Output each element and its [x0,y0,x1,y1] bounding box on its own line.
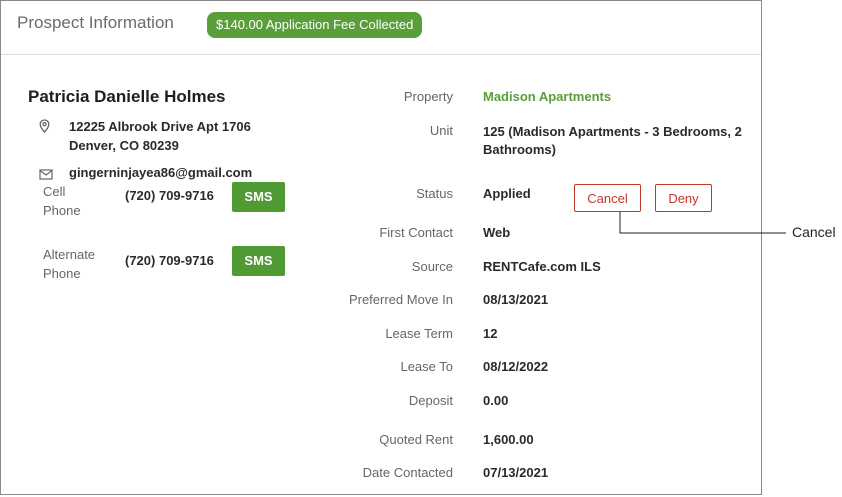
quoted-rent-value: 1,600.00 [483,432,534,447]
status-label: Status [416,186,453,201]
lease-term-value: 12 [483,326,498,341]
first-contact-label: First Contact [379,225,453,240]
callout-label: Cancel [792,224,836,240]
panel-title: Prospect Information [17,13,174,32]
prospect-name: Patricia Danielle Holmes [28,87,226,106]
date-contacted-label: Date Contacted [362,465,453,480]
property-link[interactable]: Madison Apartments [483,89,611,104]
cell-phone-label-line2: Phone [43,203,81,218]
source-value: RENTCafe.com ILS [483,259,601,274]
unit-value-line1: 125 (Madison Apartments - 3 Bedrooms, 2 [483,124,742,139]
unit-value: 125 (Madison Apartments - 3 Bedrooms, 2 … [483,123,742,159]
unit-value-line2: Bathrooms) [483,142,556,157]
cell-phone-number: (720) 709-9716 [125,188,214,203]
unit-label: Unit [429,123,453,138]
move-in-value: 08/13/2021 [483,292,549,307]
status-value: Applied [483,186,531,201]
source-label: Source [411,259,453,274]
deposit-label: Deposit [408,393,453,408]
email-address[interactable]: gingerninjayea86@gmail.com [69,163,252,182]
alternate-phone-label-line2: Phone [43,266,81,281]
first-contact-value: Web [483,225,511,240]
application-fee-badge: $140.00 Application Fee Collected [207,12,423,38]
cell-phone-label-line1: Cell [43,184,66,199]
lease-to-label: Lease To [400,359,453,374]
address-line-1: 12225 Albrook Drive Apt 1706 [69,119,251,134]
alternate-phone-number: (720) 709-9716 [125,253,214,268]
address-line-2: Denver, CO 80239 [69,138,179,153]
map-pin-icon [39,119,50,138]
quoted-rent-label: Quoted Rent [379,432,453,447]
property-label: Property [403,89,453,104]
alternate-phone-sms-button[interactable]: SMS [232,246,285,276]
alternate-phone-label: Alternate Phone [43,245,95,283]
alternate-phone-label-line1: Alternate [43,247,96,262]
cancel-button[interactable]: Cancel [574,184,641,212]
cell-phone-label: Cell Phone [43,182,81,220]
date-contacted-value: 07/13/2021 [483,465,549,480]
deny-button[interactable]: Deny [655,184,712,212]
deposit-value: 0.00 [483,393,509,408]
panel-header: Prospect Information $140.00 Application… [1,1,761,55]
lease-term-label: Lease Term [385,326,453,341]
cell-phone-sms-button[interactable]: SMS [232,182,285,212]
lease-to-value: 08/12/2022 [483,359,549,374]
move-in-label: Preferred Move In [348,292,453,307]
prospect-information-panel: Prospect Information $140.00 Application… [0,0,762,495]
